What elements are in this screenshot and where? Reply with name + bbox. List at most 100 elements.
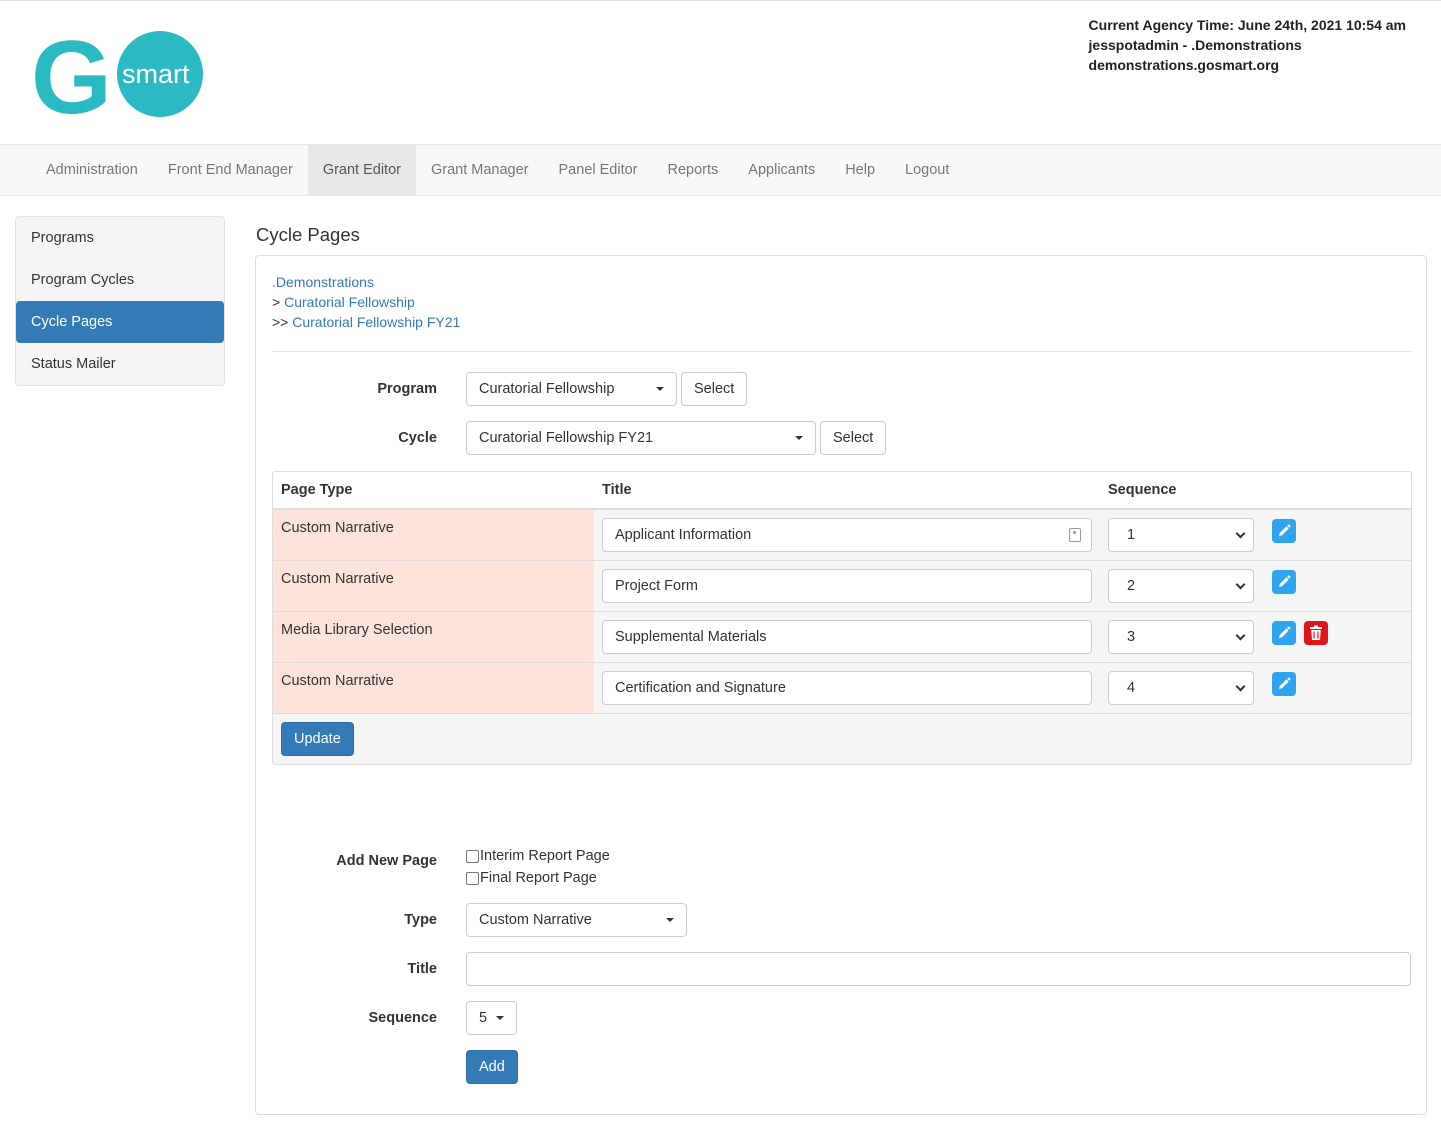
program-select-value: Curatorial Fellowship: [479, 381, 615, 397]
final-report-checkbox[interactable]: [466, 871, 479, 885]
breadcrumb-cycle[interactable]: Curatorial Fellowship FY21: [292, 314, 460, 330]
gosmart-logo[interactable]: G smart: [31, 20, 203, 136]
pencil-icon: [1279, 575, 1291, 587]
table-row: Media Library Selection Supplemental Mat…: [273, 612, 1411, 663]
update-button[interactable]: Update: [281, 722, 354, 756]
chevron-down-icon: [1235, 528, 1246, 539]
chevron-down-icon: [1235, 681, 1246, 692]
new-page-title-input[interactable]: [466, 952, 1411, 986]
sequence-value: 3: [1127, 629, 1136, 645]
page-title-input[interactable]: Supplemental Materials: [602, 620, 1092, 654]
breadcrumb-program[interactable]: Curatorial Fellowship: [284, 294, 415, 310]
edit-page-button[interactable]: [1272, 519, 1296, 543]
nav-front-end-manager[interactable]: Front End Manager: [153, 145, 308, 195]
page-title-value: Certification and Signature: [615, 680, 786, 696]
type-label: Type: [404, 912, 437, 928]
sidebar-item-cycle-pages[interactable]: Cycle Pages: [16, 301, 224, 343]
table-row: Custom Narrative Certification and Signa…: [273, 663, 1411, 714]
chevron-down-icon: [1235, 630, 1246, 641]
sidebar: Programs Program Cycles Cycle Pages Stat…: [15, 216, 225, 386]
breadcrumb: .Demonstrations > Curatorial Fellowship …: [272, 272, 460, 332]
program-select-button[interactable]: Select: [681, 372, 748, 406]
nav-help[interactable]: Help: [830, 145, 890, 195]
table-header: Page Type Title Sequence: [273, 472, 1411, 510]
header-page-type: Page Type: [281, 482, 353, 498]
nav-applicants[interactable]: Applicants: [733, 145, 830, 195]
interim-report-label: Interim Report Page: [480, 848, 610, 864]
sequence-value: 1: [1127, 527, 1136, 543]
program-select[interactable]: Curatorial Fellowship: [466, 372, 677, 406]
cycle-label: Cycle: [398, 430, 437, 446]
caret-down-icon: [666, 918, 674, 922]
page-type-cell: Custom Narrative: [273, 561, 594, 611]
new-sequence-select[interactable]: 5: [466, 1001, 517, 1035]
sequence-label: Sequence: [368, 1010, 438, 1026]
caret-down-icon: [496, 1016, 504, 1020]
edit-page-button[interactable]: [1272, 621, 1296, 645]
page-title-value: Project Form: [615, 578, 698, 594]
nav-grant-editor[interactable]: Grant Editor: [307, 145, 416, 195]
sequence-select[interactable]: 1: [1108, 518, 1254, 552]
cycle-select-button[interactable]: Select: [820, 421, 887, 455]
sidebar-item-status-mailer[interactable]: Status Mailer: [16, 343, 224, 385]
edit-page-button[interactable]: [1272, 570, 1296, 594]
cycle-select[interactable]: Curatorial Fellowship FY21: [466, 421, 816, 455]
final-report-label: Final Report Page: [480, 870, 597, 886]
interim-report-checkbox[interactable]: [466, 849, 479, 863]
breadcrumb-agency[interactable]: .Demonstrations: [272, 274, 374, 290]
delete-page-button[interactable]: [1304, 621, 1328, 645]
trash-icon: [1310, 625, 1322, 640]
add-new-page-label: Add New Page: [336, 853, 437, 869]
program-label: Program: [377, 381, 437, 397]
nav-administration[interactable]: Administration: [31, 145, 153, 195]
sidebar-item-program-cycles[interactable]: Program Cycles: [16, 259, 224, 301]
main-navbar: Administration Front End Manager Grant E…: [0, 144, 1441, 196]
logo-g: G: [31, 31, 112, 117]
chevron-down-icon: [1235, 579, 1246, 590]
pencil-icon: [1279, 677, 1291, 689]
add-page-button[interactable]: Add: [466, 1050, 518, 1084]
type-select[interactable]: Custom Narrative: [466, 903, 687, 937]
breadcrumb-sep: >: [272, 294, 281, 310]
table-row: Custom Narrative Project Form 2: [273, 561, 1411, 612]
nav-logout[interactable]: Logout: [890, 145, 964, 195]
agency-time: Current Agency Time: June 24th, 2021 10:…: [1088, 17, 1406, 33]
breadcrumb-sep: >>: [272, 314, 289, 330]
new-sequence-value: 5: [479, 1010, 488, 1026]
pages-table: Page Type Title Sequence Custom Narrativ…: [272, 471, 1412, 765]
final-report-row: Final Report Page: [466, 870, 597, 886]
sequence-select[interactable]: 4: [1108, 671, 1254, 705]
nav-reports[interactable]: Reports: [653, 145, 734, 195]
divider: [272, 351, 1412, 352]
page-title-input[interactable]: Applicant Information: [602, 518, 1092, 552]
header-sequence: Sequence: [1108, 482, 1177, 498]
sequence-value: 4: [1127, 680, 1136, 696]
sequence-select[interactable]: 3: [1108, 620, 1254, 654]
nav-list: Administration Front End Manager Grant E…: [0, 145, 1441, 195]
pencil-icon: [1279, 524, 1291, 536]
agency-info: Current Agency Time: June 24th, 2021 10:…: [1089, 15, 1406, 75]
page-title: Cycle Pages: [256, 224, 360, 245]
page-type-cell: Media Library Selection: [273, 612, 594, 662]
caret-down-icon: [656, 387, 664, 391]
page-title-value: Applicant Information: [615, 527, 752, 543]
page-type-cell: Custom Narrative: [273, 663, 594, 713]
contact-card-icon[interactable]: [1069, 528, 1081, 542]
edit-page-button[interactable]: [1272, 672, 1296, 696]
sequence-select[interactable]: 2: [1108, 569, 1254, 603]
header-title: Title: [602, 482, 632, 498]
caret-down-icon: [795, 436, 803, 440]
nav-panel-editor[interactable]: Panel Editor: [544, 145, 653, 195]
page-title-input[interactable]: Project Form: [602, 569, 1092, 603]
logo-smart: smart: [122, 59, 190, 89]
page-title-input[interactable]: Certification and Signature: [602, 671, 1092, 705]
sidebar-item-programs[interactable]: Programs: [16, 217, 224, 259]
cycle-pages-panel: .Demonstrations > Curatorial Fellowship …: [255, 255, 1427, 1115]
pencil-icon: [1279, 626, 1291, 638]
nav-grant-manager[interactable]: Grant Manager: [416, 145, 544, 195]
sequence-value: 2: [1127, 578, 1136, 594]
type-select-value: Custom Narrative: [479, 912, 592, 928]
agency-domain: demonstrations.gosmart.org: [1088, 57, 1280, 73]
page-type-cell: Custom Narrative: [273, 510, 594, 560]
table-row: Custom Narrative Applicant Information 1: [273, 510, 1411, 561]
